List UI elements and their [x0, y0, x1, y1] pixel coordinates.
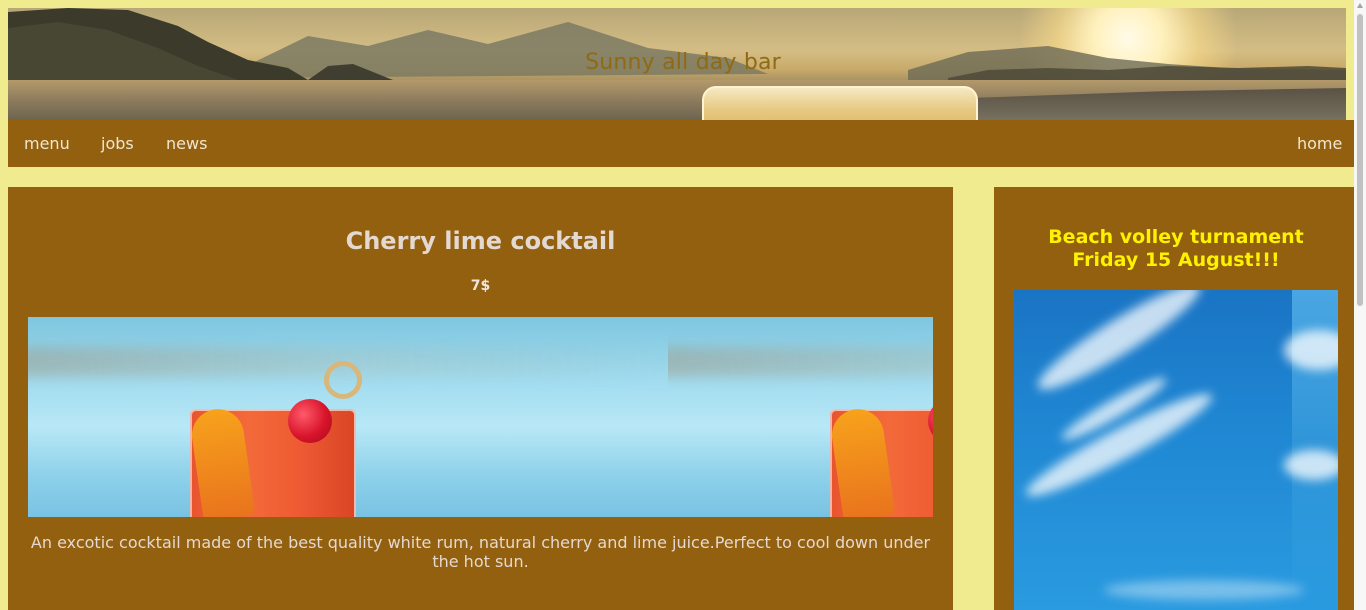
announcement-line-2: Friday 15 August!!! — [1072, 249, 1280, 271]
nav-item-news[interactable]: news — [166, 134, 207, 153]
product-image-tile — [28, 317, 668, 517]
nav-item-home[interactable]: home — [1297, 134, 1342, 153]
scrollbar-thumb[interactable] — [1357, 14, 1363, 306]
cloud — [1029, 290, 1209, 402]
site-title: Sunny all day bar — [585, 50, 781, 75]
scroll-up-arrow-icon[interactable] — [1357, 3, 1363, 8]
product-card: Cherry lime cocktail 7$ An excotic cockt… — [8, 187, 953, 610]
product-title: Cherry lime cocktail — [345, 227, 616, 255]
main-nav: menu jobs news home — [8, 120, 1354, 167]
product-price: 7$ — [470, 278, 491, 294]
cherry — [288, 399, 332, 443]
banner-cocktail-glass — [702, 86, 978, 120]
page-scrollbar[interactable] — [1354, 0, 1366, 610]
product-image-tile — [668, 317, 933, 517]
cloud — [1284, 450, 1338, 480]
water-ripple — [668, 347, 933, 377]
product-image — [28, 317, 933, 517]
nav-item-jobs[interactable]: jobs — [101, 134, 134, 153]
cocktail-pick — [324, 361, 362, 399]
announcement-card: Beach volley turnament Friday 15 August!… — [994, 187, 1354, 610]
nav-item-menu[interactable]: menu — [24, 134, 70, 153]
cloud — [1104, 580, 1304, 600]
announcement-image — [1014, 290, 1338, 610]
product-description: An excotic cocktail made of the best qua… — [30, 533, 931, 571]
announcement-line-1: Beach volley turnament — [1048, 226, 1304, 248]
announcement-title: Beach volley turnament Friday 15 August!… — [994, 226, 1358, 272]
